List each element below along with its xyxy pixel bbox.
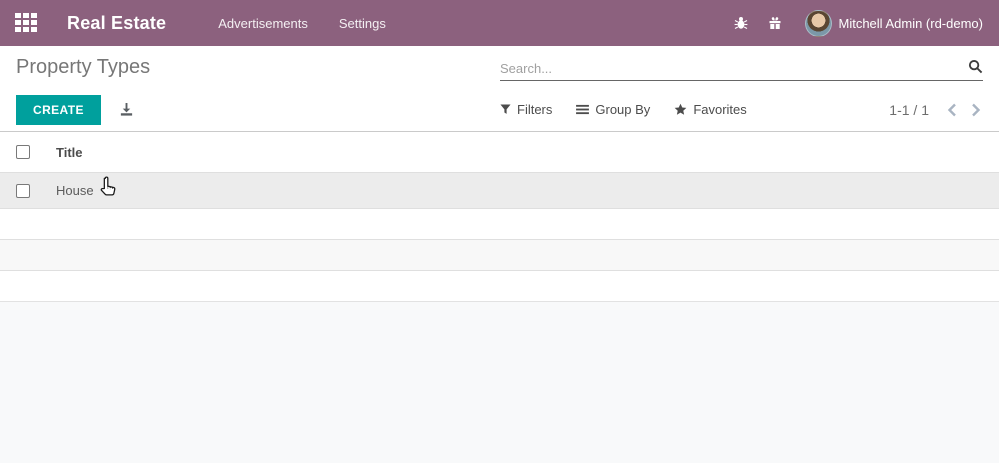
search-icon[interactable]: [968, 59, 983, 77]
gift-icon[interactable]: [767, 15, 783, 31]
empty-row: [0, 270, 999, 301]
list-view: Title House: [0, 131, 999, 301]
main-menu: Advertisements Settings: [216, 12, 732, 35]
chevron-right-icon: [972, 103, 981, 116]
star-icon: [674, 103, 687, 115]
favorites-button[interactable]: Favorites: [674, 102, 747, 117]
pager-previous-button[interactable]: [945, 101, 959, 119]
group-by-button[interactable]: Group By: [576, 102, 650, 117]
debug-bug-icon[interactable]: [733, 15, 749, 31]
select-all-checkbox[interactable]: [16, 145, 30, 159]
export-icon[interactable]: [119, 102, 134, 117]
chevron-left-icon: [947, 103, 956, 116]
pager-next-button[interactable]: [969, 101, 983, 119]
nav-item-advertisements[interactable]: Advertisements: [216, 12, 310, 35]
app-title[interactable]: Real Estate: [67, 13, 166, 34]
row-title-cell: House: [56, 183, 94, 198]
user-menu[interactable]: Mitchell Admin (rd-demo): [801, 9, 984, 37]
user-avatar: [804, 9, 832, 37]
table-header-row: Title: [0, 132, 999, 172]
pager: 1-1 / 1: [889, 101, 983, 119]
empty-row: [0, 239, 999, 270]
page-title: Property Types: [16, 55, 151, 78]
pager-range: 1-1 / 1: [889, 101, 929, 118]
search-options: Filters Group By Favorites: [500, 102, 747, 117]
apps-menu-icon[interactable]: [15, 13, 41, 33]
search-input[interactable]: [500, 60, 968, 76]
row-checkbox[interactable]: [16, 183, 30, 198]
top-navbar: Real Estate Advertisements Settings Mitc…: [0, 0, 999, 46]
content-background: [0, 301, 999, 463]
empty-row: [0, 208, 999, 239]
group-by-lines-icon: [576, 104, 590, 115]
search-box: [500, 59, 983, 81]
nav-item-settings[interactable]: Settings: [337, 12, 388, 35]
filter-funnel-icon: [500, 104, 511, 114]
create-button[interactable]: CREATE: [16, 94, 101, 125]
filters-button[interactable]: Filters: [500, 102, 552, 117]
table-row[interactable]: House: [0, 172, 999, 208]
control-panel: Property Types CREATE: [0, 46, 999, 131]
navbar-right: Mitchell Admin (rd-demo): [733, 9, 984, 37]
column-header-title: Title: [56, 144, 83, 160]
user-name: Mitchell Admin (rd-demo): [838, 15, 984, 31]
